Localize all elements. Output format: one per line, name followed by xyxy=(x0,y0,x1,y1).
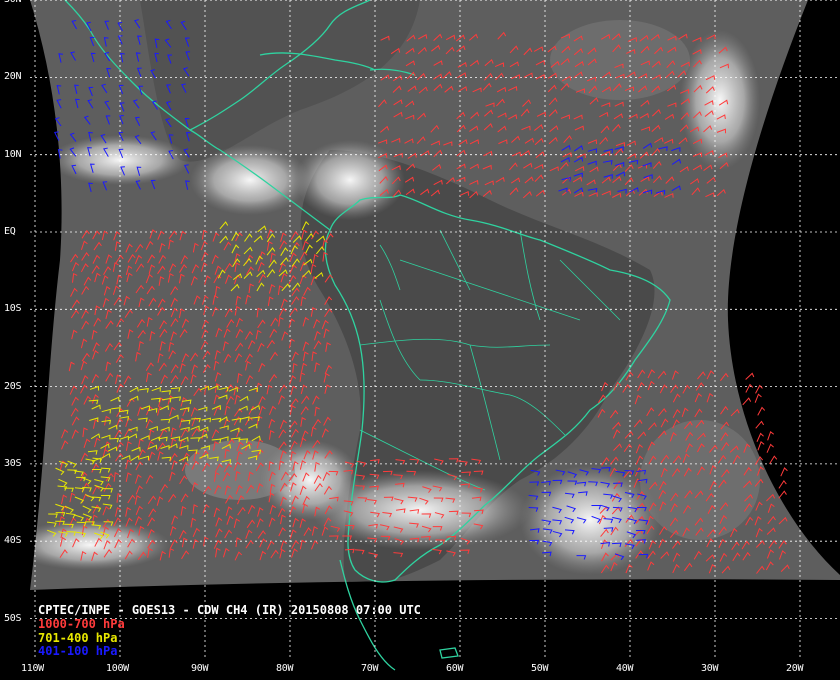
wind-barb xyxy=(778,480,787,489)
longitude-label: 110W xyxy=(21,663,44,674)
longitude-label: 30W xyxy=(701,663,719,674)
longitude-label: 100W xyxy=(106,663,129,674)
map-canvas xyxy=(30,0,840,671)
cloud-area xyxy=(185,440,295,500)
wind-barb xyxy=(756,432,764,442)
legend-high-level: 401-100 hPa xyxy=(38,644,118,658)
latitude-label: 10N xyxy=(4,148,22,160)
wind-barb xyxy=(767,430,775,441)
satellite-wind-map: 30N 20N 10N EQ 10S 20S 30S 40S 50S 110W 100W 90W 80… xyxy=(0,0,840,680)
falkland-coastline xyxy=(439,647,459,659)
latitude-label: 10S xyxy=(4,303,22,315)
wind-barb xyxy=(742,397,752,406)
wind-barb xyxy=(766,443,774,453)
longitude-label: 60W xyxy=(446,663,464,674)
wind-barb xyxy=(757,441,765,451)
longitude-label: 90W xyxy=(191,663,209,674)
legend-low-level: 1000-700 hPa xyxy=(38,617,125,631)
cloud-area xyxy=(30,520,170,570)
latitude-label: 30N xyxy=(4,0,21,5)
cloud-area xyxy=(190,145,310,215)
wind-barb xyxy=(745,383,754,393)
wind-barb xyxy=(754,393,762,403)
longitude-label: 70W xyxy=(361,663,379,674)
wind-barb xyxy=(755,420,765,429)
wind-barb xyxy=(769,455,778,465)
cloud-area xyxy=(640,420,760,540)
latitude-label: 40S xyxy=(4,535,22,547)
cloud-area xyxy=(680,30,760,170)
longitude-label: 40W xyxy=(616,663,634,674)
map-title: CPTEC/INPE - GOES13 - CDW CH4 (IR) 20150… xyxy=(38,603,421,617)
wind-barb xyxy=(778,490,787,499)
latitude-label: 20S xyxy=(4,380,22,392)
longitude-label: 80W xyxy=(276,663,294,674)
latitude-label: 30S xyxy=(4,457,22,469)
latitude-label: 20N xyxy=(4,71,22,83)
wind-barb xyxy=(757,406,766,416)
wind-barb xyxy=(780,467,788,477)
wind-barb xyxy=(745,372,755,380)
cloud-area xyxy=(550,20,690,100)
longitude-label: 50W xyxy=(531,663,549,674)
latitude-label: EQ xyxy=(4,226,16,237)
latitude-label: 50S xyxy=(4,612,22,624)
longitude-label: 20W xyxy=(786,663,804,674)
